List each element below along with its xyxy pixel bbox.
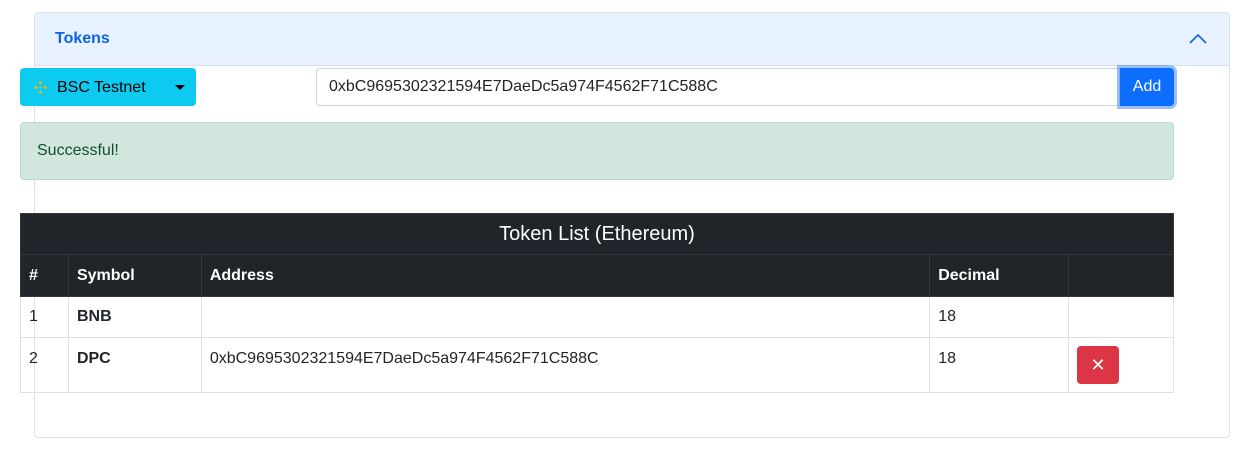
card-title: Tokens: [55, 30, 110, 47]
caret-down-icon: [175, 85, 185, 90]
col-header-actions: [1068, 254, 1174, 297]
delete-token-button[interactable]: ✕: [1077, 346, 1120, 384]
table-row: 2 DPC 0xbC9695302321594E7DaeDc5a974F4562…: [20, 337, 1174, 393]
cell-actions: [1068, 296, 1174, 338]
cell-address: [200, 296, 931, 338]
chevron-up-icon[interactable]: [1187, 28, 1209, 50]
token-list-table: Token List (Ethereum) # Symbol Address D…: [20, 213, 1174, 393]
cell-symbol: BNB: [67, 296, 202, 338]
cell-index: 2: [20, 337, 69, 393]
success-alert: Successful!: [20, 122, 1174, 180]
network-label: BSC Testnet: [57, 79, 146, 96]
add-token-button[interactable]: Add: [1120, 68, 1174, 106]
col-header-index: #: [20, 254, 69, 297]
cell-index: 1: [20, 296, 69, 338]
cell-address: 0xbC9695302321594E7DaeDc5a974F4562F71C58…: [200, 337, 931, 393]
col-header-decimal: Decimal: [929, 254, 1070, 297]
cell-decimal: 18: [929, 296, 1070, 338]
network-select-button[interactable]: BSC Testnet: [20, 68, 196, 106]
close-icon: ✕: [1090, 354, 1106, 376]
tokens-accordion-header[interactable]: Tokens: [35, 13, 1229, 66]
cell-actions: ✕: [1068, 337, 1174, 393]
cell-symbol: DPC: [67, 337, 202, 393]
bnb-logo-icon: [33, 80, 48, 95]
cell-decimal: 18: [929, 337, 1070, 393]
token-address-input[interactable]: [316, 68, 1120, 106]
table-row: 1 BNB 18: [20, 296, 1174, 338]
col-header-address: Address: [200, 254, 931, 297]
col-header-symbol: Symbol: [67, 254, 202, 297]
table-caption: Token List (Ethereum): [20, 213, 1174, 255]
